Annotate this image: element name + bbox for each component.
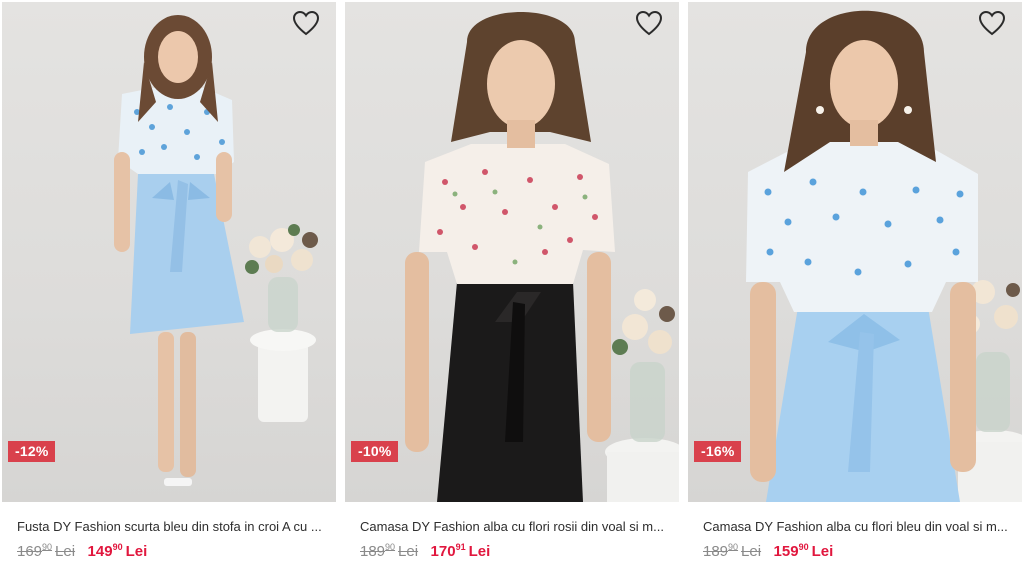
product-image[interactable]: -12% [2, 2, 336, 502]
product-title-link[interactable]: Camasa DY Fashion alba cu flori bleu din… [703, 518, 1015, 536]
new-price: 17091 Lei [430, 542, 491, 561]
discount-badge: -12% [8, 441, 56, 462]
product-photo-illustration [746, 10, 1022, 502]
product-image[interactable]: -10% [345, 2, 679, 502]
old-price: 16990 Lei [17, 542, 76, 561]
wishlist-heart-icon[interactable] [978, 10, 1006, 36]
wishlist-heart-icon[interactable] [292, 10, 320, 36]
product-card[interactable]: -12% Fusta DY Fashion scurta bleu din st… [2, 0, 336, 565]
product-title-link[interactable]: Fusta DY Fashion scurta bleu din stofa i… [17, 518, 329, 536]
price-block: 18990 Lei 15990 Lei [703, 543, 833, 565]
product-card[interactable]: -10% Camasa DY Fashion alba cu flori ros… [345, 0, 679, 565]
price-block: 18990 Lei 17091 Lei [360, 543, 490, 565]
product-photo-illustration [405, 12, 679, 502]
product-grid: -12% Fusta DY Fashion scurta bleu din st… [0, 0, 1024, 565]
product-image[interactable]: -16% [688, 2, 1022, 502]
discount-badge: -10% [351, 441, 399, 462]
old-price: 18990 Lei [703, 542, 762, 561]
price-block: 16990 Lei 14990 Lei [17, 543, 147, 565]
wishlist-heart-icon[interactable] [635, 10, 663, 36]
new-price: 15990 Lei [773, 542, 834, 561]
old-price: 18990 Lei [360, 542, 419, 561]
product-card[interactable]: -16% Camasa DY Fashion alba cu flori ble… [688, 0, 1022, 565]
new-price: 14990 Lei [87, 542, 148, 561]
product-photo-illustration [114, 15, 318, 486]
discount-badge: -16% [694, 441, 742, 462]
product-title-link[interactable]: Camasa DY Fashion alba cu flori rosii di… [360, 518, 672, 536]
